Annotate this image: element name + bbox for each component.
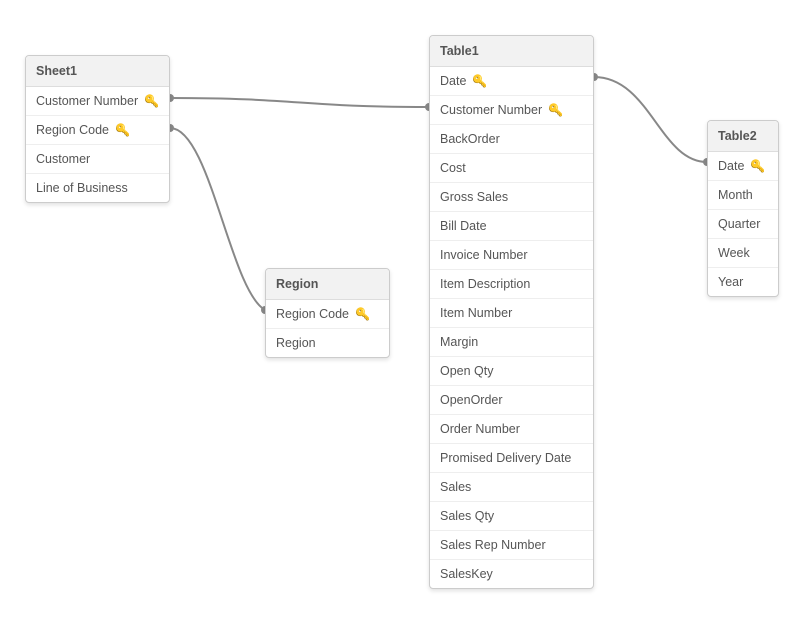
field-row[interactable]: Open Qty: [430, 357, 593, 386]
field-row[interactable]: Gross Sales: [430, 183, 593, 212]
field-row[interactable]: BackOrder: [430, 125, 593, 154]
field-row[interactable]: Region Code 🔑: [26, 116, 169, 145]
field-row[interactable]: Date 🔑: [430, 67, 593, 96]
field-row[interactable]: Month: [708, 181, 778, 210]
field-row[interactable]: Margin: [430, 328, 593, 357]
table-title: Region: [276, 277, 318, 291]
field-row[interactable]: Line of Business: [26, 174, 169, 202]
field-row[interactable]: Region: [266, 329, 389, 357]
field-row[interactable]: Quarter: [708, 210, 778, 239]
field-label: Quarter: [718, 217, 760, 231]
table-header[interactable]: Table2: [708, 121, 778, 152]
field-label: Gross Sales: [440, 190, 508, 204]
field-row[interactable]: Customer Number 🔑: [26, 87, 169, 116]
field-label: Customer Number: [36, 94, 138, 108]
field-row[interactable]: Year: [708, 268, 778, 296]
field-label: Sales Qty: [440, 509, 494, 523]
field-row[interactable]: Invoice Number: [430, 241, 593, 270]
key-icon: 🔑: [115, 123, 130, 137]
field-label: Region Code: [36, 123, 109, 137]
field-label: Margin: [440, 335, 478, 349]
field-row[interactable]: Promised Delivery Date: [430, 444, 593, 473]
field-row[interactable]: OpenOrder: [430, 386, 593, 415]
field-label: Order Number: [440, 422, 520, 436]
table-region[interactable]: Region Region Code 🔑 Region: [265, 268, 390, 358]
field-label: Customer: [36, 152, 90, 166]
field-row[interactable]: Cost: [430, 154, 593, 183]
table-title: Table2: [718, 129, 757, 143]
field-label: Date: [718, 159, 744, 173]
field-row[interactable]: SalesKey: [430, 560, 593, 588]
field-label: Customer Number: [440, 103, 542, 117]
field-row[interactable]: Sales Rep Number: [430, 531, 593, 560]
field-label: SalesKey: [440, 567, 493, 581]
field-label: BackOrder: [440, 132, 500, 146]
field-row[interactable]: Bill Date: [430, 212, 593, 241]
field-label: Region Code: [276, 307, 349, 321]
table-header[interactable]: Region: [266, 269, 389, 300]
key-icon: 🔑: [548, 103, 563, 117]
key-icon: 🔑: [144, 94, 159, 108]
field-row[interactable]: Sales: [430, 473, 593, 502]
field-label: Sales: [440, 480, 471, 494]
field-label: Cost: [440, 161, 466, 175]
field-row[interactable]: Date 🔑: [708, 152, 778, 181]
field-label: Bill Date: [440, 219, 487, 233]
key-icon: 🔑: [472, 74, 487, 88]
field-label: Week: [718, 246, 750, 260]
field-row[interactable]: Item Description: [430, 270, 593, 299]
field-label: Region: [276, 336, 316, 350]
field-label: Month: [718, 188, 753, 202]
table-title: Sheet1: [36, 64, 77, 78]
table-table1[interactable]: Table1 Date 🔑 Customer Number 🔑 BackOrde…: [429, 35, 594, 589]
field-label: Item Description: [440, 277, 530, 291]
table-sheet1[interactable]: Sheet1 Customer Number 🔑 Region Code 🔑 C…: [25, 55, 170, 203]
key-icon: 🔑: [355, 307, 370, 321]
table-table2[interactable]: Table2 Date 🔑 Month Quarter Week Year: [707, 120, 779, 297]
table-header[interactable]: Table1: [430, 36, 593, 67]
field-label: Promised Delivery Date: [440, 451, 571, 465]
field-row[interactable]: Item Number: [430, 299, 593, 328]
field-label: Item Number: [440, 306, 512, 320]
field-row[interactable]: Order Number: [430, 415, 593, 444]
field-row[interactable]: Customer: [26, 145, 169, 174]
field-row[interactable]: Sales Qty: [430, 502, 593, 531]
field-label: OpenOrder: [440, 393, 503, 407]
field-row[interactable]: Customer Number 🔑: [430, 96, 593, 125]
field-label: Open Qty: [440, 364, 494, 378]
field-label: Line of Business: [36, 181, 128, 195]
field-row[interactable]: Region Code 🔑: [266, 300, 389, 329]
field-label: Date: [440, 74, 466, 88]
field-label: Sales Rep Number: [440, 538, 546, 552]
key-icon: 🔑: [750, 159, 765, 173]
table-title: Table1: [440, 44, 479, 58]
field-label: Invoice Number: [440, 248, 528, 262]
field-row[interactable]: Week: [708, 239, 778, 268]
field-label: Year: [718, 275, 743, 289]
table-header[interactable]: Sheet1: [26, 56, 169, 87]
